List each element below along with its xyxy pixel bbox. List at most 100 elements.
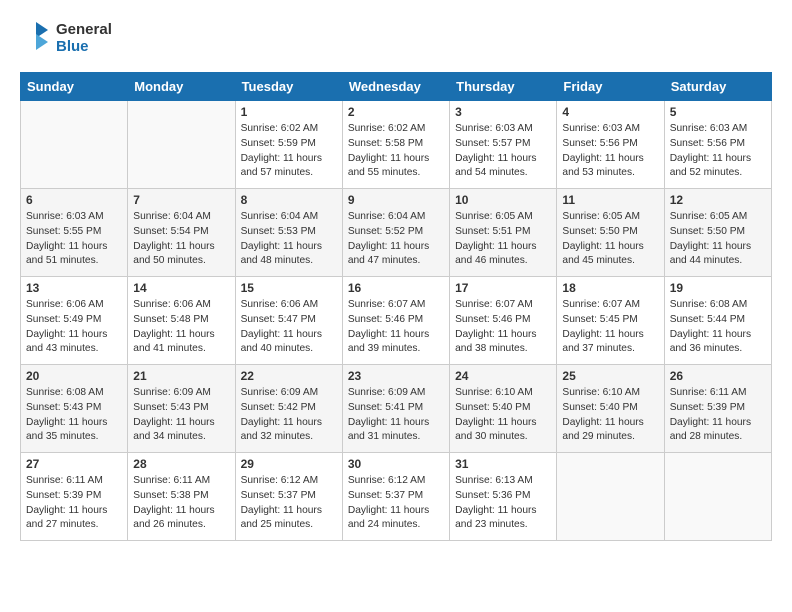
day-number: 11 <box>562 193 658 207</box>
calendar-cell: 20 Sunrise: 6:08 AMSunset: 5:43 PMDayligh… <box>21 365 128 453</box>
day-number: 1 <box>241 105 337 119</box>
calendar-header-row: SundayMondayTuesdayWednesdayThursdayFrid… <box>21 73 772 101</box>
calendar-cell: 15 Sunrise: 6:06 AMSunset: 5:47 PMDayligh… <box>235 277 342 365</box>
calendar-cell: 7Sunrise: 6:04 AMSunset: 5:54 PMDaylight… <box>128 189 235 277</box>
calendar-cell: 5 Sunrise: 6:03 AMSunset: 5:56 PMDaylight… <box>664 101 771 189</box>
calendar-week-row: 1 Sunrise: 6:02 AMSunset: 5:59 PMDaylight… <box>21 101 772 189</box>
day-number: 6 <box>26 193 122 207</box>
day-number: 5 <box>670 105 766 119</box>
calendar-cell: 25Sunrise: 6:10 AMSunset: 5:40 PMDayligh… <box>557 365 664 453</box>
calendar-cell: 27 Sunrise: 6:11 AMSunset: 5:39 PMDayligh… <box>21 453 128 541</box>
calendar-cell: 14 Sunrise: 6:06 AMSunset: 5:48 PMDayligh… <box>128 277 235 365</box>
calendar-cell: 4 Sunrise: 6:03 AMSunset: 5:56 PMDaylight… <box>557 101 664 189</box>
day-info: Sunrise: 6:09 AMSunset: 5:42 PMDaylight:… <box>241 386 337 445</box>
day-info: Sunrise: 6:13 AMSunset: 5:36 PMDaylight:… <box>455 474 551 533</box>
day-of-week-header: Saturday <box>664 73 771 101</box>
day-number: 18 <box>562 281 658 295</box>
calendar-cell: 22 Sunrise: 6:09 AMSunset: 5:42 PMDayligh… <box>235 365 342 453</box>
day-number: 23 <box>348 369 444 383</box>
day-info: Sunrise: 6:05 AMSunset: 5:50 PMDaylight:… <box>562 210 658 269</box>
day-info: Sunrise: 6:09 AMSunset: 5:43 PMDaylight:… <box>133 386 229 445</box>
calendar-cell: 3 Sunrise: 6:03 AMSunset: 5:57 PMDaylight… <box>450 101 557 189</box>
calendar: SundayMondayTuesdayWednesdayThursdayFrid… <box>20 72 772 541</box>
calendar-cell: 28 Sunrise: 6:11 AMSunset: 5:38 PMDayligh… <box>128 453 235 541</box>
day-info: Sunrise: 6:05 AMSunset: 5:50 PMDaylight:… <box>670 210 766 269</box>
day-info: Sunrise: 6:06 AMSunset: 5:47 PMDaylight:… <box>241 298 337 357</box>
day-number: 15 <box>241 281 337 295</box>
day-info: Sunrise: 6:04 AMSunset: 5:53 PMDaylight:… <box>241 210 337 269</box>
calendar-cell <box>21 101 128 189</box>
day-number: 17 <box>455 281 551 295</box>
day-number: 13 <box>26 281 122 295</box>
calendar-cell: 21 Sunrise: 6:09 AMSunset: 5:43 PMDayligh… <box>128 365 235 453</box>
day-info: Sunrise: 6:03 AMSunset: 5:56 PMDaylight:… <box>670 122 766 181</box>
calendar-week-row: 6 Sunrise: 6:03 AMSunset: 5:55 PMDaylight… <box>21 189 772 277</box>
calendar-cell: 13 Sunrise: 6:06 AMSunset: 5:49 PMDayligh… <box>21 277 128 365</box>
day-number: 10 <box>455 193 551 207</box>
calendar-cell: 1 Sunrise: 6:02 AMSunset: 5:59 PMDaylight… <box>235 101 342 189</box>
day-number: 14 <box>133 281 229 295</box>
day-number: 22 <box>241 369 337 383</box>
calendar-cell: 19Sunrise: 6:08 AMSunset: 5:44 PMDayligh… <box>664 277 771 365</box>
day-info: Sunrise: 6:02 AMSunset: 5:58 PMDaylight:… <box>348 122 444 181</box>
day-number: 4 <box>562 105 658 119</box>
day-number: 30 <box>348 457 444 471</box>
day-of-week-header: Tuesday <box>235 73 342 101</box>
calendar-cell: 24Sunrise: 6:10 AMSunset: 5:40 PMDayligh… <box>450 365 557 453</box>
day-number: 8 <box>241 193 337 207</box>
calendar-cell: 26Sunrise: 6:11 AMSunset: 5:39 PMDayligh… <box>664 365 771 453</box>
calendar-cell: 18 Sunrise: 6:07 AMSunset: 5:45 PMDayligh… <box>557 277 664 365</box>
day-of-week-header: Monday <box>128 73 235 101</box>
calendar-cell: 23 Sunrise: 6:09 AMSunset: 5:41 PMDayligh… <box>342 365 449 453</box>
day-number: 31 <box>455 457 551 471</box>
day-of-week-header: Wednesday <box>342 73 449 101</box>
day-info: Sunrise: 6:10 AMSunset: 5:40 PMDaylight:… <box>455 386 551 445</box>
logo: GeneralBlue <box>20 20 112 56</box>
day-info: Sunrise: 6:11 AMSunset: 5:38 PMDaylight:… <box>133 474 229 533</box>
calendar-week-row: 20 Sunrise: 6:08 AMSunset: 5:43 PMDayligh… <box>21 365 772 453</box>
logo-general-text: General <box>56 21 112 38</box>
day-info: Sunrise: 6:03 AMSunset: 5:55 PMDaylight:… <box>26 210 122 269</box>
calendar-cell: 2 Sunrise: 6:02 AMSunset: 5:58 PMDaylight… <box>342 101 449 189</box>
day-info: Sunrise: 6:04 AMSunset: 5:54 PMDaylight:… <box>133 210 229 269</box>
day-info: Sunrise: 6:02 AMSunset: 5:59 PMDaylight:… <box>241 122 337 181</box>
day-info: Sunrise: 6:06 AMSunset: 5:49 PMDaylight:… <box>26 298 122 357</box>
calendar-cell: 30 Sunrise: 6:12 AMSunset: 5:37 PMDayligh… <box>342 453 449 541</box>
day-of-week-header: Sunday <box>21 73 128 101</box>
logo-blue-text: Blue <box>56 38 112 55</box>
logo-svg <box>20 20 52 56</box>
day-number: 16 <box>348 281 444 295</box>
day-info: Sunrise: 6:04 AMSunset: 5:52 PMDaylight:… <box>348 210 444 269</box>
day-of-week-header: Friday <box>557 73 664 101</box>
day-info: Sunrise: 6:03 AMSunset: 5:56 PMDaylight:… <box>562 122 658 181</box>
day-info: Sunrise: 6:07 AMSunset: 5:45 PMDaylight:… <box>562 298 658 357</box>
calendar-cell <box>664 453 771 541</box>
day-number: 3 <box>455 105 551 119</box>
calendar-cell: 31 Sunrise: 6:13 AMSunset: 5:36 PMDayligh… <box>450 453 557 541</box>
day-info: Sunrise: 6:10 AMSunset: 5:40 PMDaylight:… <box>562 386 658 445</box>
day-info: Sunrise: 6:11 AMSunset: 5:39 PMDaylight:… <box>670 386 766 445</box>
calendar-cell: 17 Sunrise: 6:07 AMSunset: 5:46 PMDayligh… <box>450 277 557 365</box>
day-number: 20 <box>26 369 122 383</box>
calendar-cell: 11 Sunrise: 6:05 AMSunset: 5:50 PMDayligh… <box>557 189 664 277</box>
day-info: Sunrise: 6:12 AMSunset: 5:37 PMDaylight:… <box>348 474 444 533</box>
day-info: Sunrise: 6:05 AMSunset: 5:51 PMDaylight:… <box>455 210 551 269</box>
day-number: 2 <box>348 105 444 119</box>
calendar-cell <box>128 101 235 189</box>
day-info: Sunrise: 6:07 AMSunset: 5:46 PMDaylight:… <box>348 298 444 357</box>
calendar-cell: 16 Sunrise: 6:07 AMSunset: 5:46 PMDayligh… <box>342 277 449 365</box>
calendar-week-row: 27 Sunrise: 6:11 AMSunset: 5:39 PMDayligh… <box>21 453 772 541</box>
calendar-cell: 29Sunrise: 6:12 AMSunset: 5:37 PMDayligh… <box>235 453 342 541</box>
day-number: 21 <box>133 369 229 383</box>
day-info: Sunrise: 6:06 AMSunset: 5:48 PMDaylight:… <box>133 298 229 357</box>
calendar-week-row: 13 Sunrise: 6:06 AMSunset: 5:49 PMDayligh… <box>21 277 772 365</box>
day-info: Sunrise: 6:09 AMSunset: 5:41 PMDaylight:… <box>348 386 444 445</box>
day-number: 27 <box>26 457 122 471</box>
day-number: 19 <box>670 281 766 295</box>
day-info: Sunrise: 6:11 AMSunset: 5:39 PMDaylight:… <box>26 474 122 533</box>
day-info: Sunrise: 6:08 AMSunset: 5:43 PMDaylight:… <box>26 386 122 445</box>
day-number: 12 <box>670 193 766 207</box>
day-info: Sunrise: 6:03 AMSunset: 5:57 PMDaylight:… <box>455 122 551 181</box>
day-info: Sunrise: 6:07 AMSunset: 5:46 PMDaylight:… <box>455 298 551 357</box>
day-number: 28 <box>133 457 229 471</box>
